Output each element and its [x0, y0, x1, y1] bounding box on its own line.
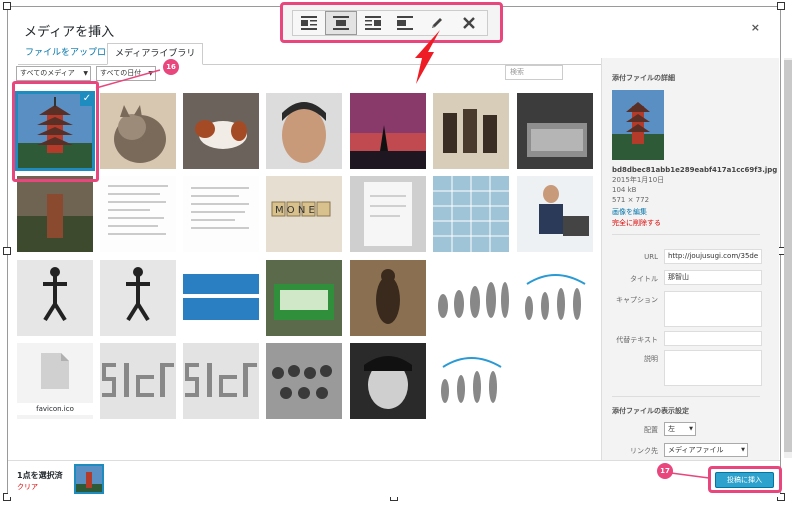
media-item-green-truck[interactable] — [266, 260, 342, 336]
annotation-highlight — [12, 81, 99, 182]
selected-media-thumb[interactable] — [74, 464, 104, 494]
chevron-down-icon: ▼ — [741, 447, 745, 453]
tab-bar: ファイルをアップロード メディアライブラリ — [18, 43, 608, 65]
alignment-label: 配置 — [644, 426, 658, 434]
align-right-icon[interactable] — [357, 11, 389, 35]
search-input[interactable]: 検索 — [505, 65, 563, 80]
alt-text-field[interactable] — [664, 331, 762, 346]
alignment-select-value: 左 — [668, 425, 675, 433]
insert-into-post-button[interactable]: 投稿に挿入 — [715, 472, 774, 488]
url-label: URL — [644, 253, 658, 261]
media-item-document[interactable] — [100, 176, 176, 252]
annotation-leader-line — [95, 69, 161, 89]
media-item-cat[interactable] — [100, 93, 176, 169]
media-item-file[interactable]: favicon.ico — [17, 343, 93, 419]
tab-media-library[interactable]: メディアライブラリ — [107, 43, 204, 65]
media-type-filter[interactable]: すべてのメディア ▼ — [16, 66, 91, 81]
alt-text-label: 代替テキスト — [616, 336, 658, 344]
annotation-badge: 16 — [163, 59, 179, 75]
media-item-pagoda-blur[interactable] — [17, 176, 93, 252]
align-left-icon[interactable] — [293, 11, 325, 35]
caption-label: キャプション — [616, 296, 658, 304]
media-item-evolution-logo[interactable] — [517, 260, 593, 336]
selection-count: 1点を選択済 — [17, 471, 63, 480]
media-item-jump[interactable] — [17, 260, 93, 336]
remove-x-icon[interactable] — [453, 11, 485, 35]
chevron-down-icon: ▼ — [689, 426, 693, 432]
sidebar-scrollbar[interactable] — [784, 58, 792, 458]
media-item-businessman[interactable] — [517, 176, 593, 252]
attachment-details-sidebar: 添付ファイルの詳細 bd8dbec81abb1e289eabf417a1cc69… — [601, 58, 779, 460]
alignment-select[interactable]: 左 ▼ — [664, 422, 696, 436]
media-item-5der-text[interactable] — [100, 343, 176, 419]
caption-field[interactable] — [664, 291, 762, 327]
attachment-filename: bd8dbec81abb1e289eabf417a1cc69f3.jpg — [612, 166, 778, 174]
attachment-details-heading: 添付ファイルの詳細 — [612, 74, 675, 82]
modal-title: メディアを挿入 — [24, 25, 115, 40]
media-item-group-photo[interactable] — [266, 343, 342, 419]
attachment-size: 104 kB — [612, 186, 637, 194]
media-item-evolution-logo-2[interactable] — [433, 343, 509, 419]
attachment-dimensions: 571 × 772 — [612, 196, 650, 204]
file-name-label: favicon.ico — [17, 403, 93, 415]
annotation-leader-line — [670, 472, 710, 479]
close-icon[interactable]: × — [751, 21, 760, 34]
media-item-laptop[interactable] — [517, 93, 593, 169]
annotation-badge: 17 — [657, 463, 673, 479]
link-to-select[interactable]: メディアファイル ▼ — [664, 443, 748, 457]
media-item-dog[interactable] — [183, 93, 259, 169]
divider — [612, 234, 760, 235]
resize-handle[interactable] — [777, 2, 785, 10]
media-item-sunset[interactable] — [350, 93, 426, 169]
chevron-down-icon: ▼ — [83, 70, 88, 77]
media-item-samurai[interactable] — [433, 93, 509, 169]
media-type-filter-value: すべてのメディア — [20, 69, 75, 77]
svg-text:M O N E: M O N E — [275, 205, 315, 216]
document-file-icon — [41, 353, 69, 389]
title-label: タイトル — [630, 275, 658, 283]
edit-image-link[interactable]: 画像を編集 — [612, 207, 647, 217]
media-item-evolution[interactable] — [433, 260, 509, 336]
scrollbar-thumb[interactable] — [784, 60, 792, 452]
image-toolbar — [280, 2, 503, 43]
link-to-label: リンク先 — [630, 447, 658, 455]
clear-selection-link[interactable]: クリア — [17, 482, 38, 492]
media-item-deadman-banner[interactable] — [183, 260, 259, 336]
image-toolbar-buttons — [292, 10, 488, 36]
media-item-spreadsheet[interactable] — [433, 176, 509, 252]
attachment-preview — [612, 90, 664, 160]
url-field[interactable]: http://joujusugi.com/35de — [664, 249, 762, 264]
resize-handle[interactable] — [3, 2, 11, 10]
pointer-arrow-icon — [415, 30, 440, 84]
media-item-old-man[interactable] — [350, 343, 426, 419]
description-field[interactable] — [664, 350, 762, 386]
media-item-man-face[interactable] — [266, 93, 342, 169]
media-item-money-tiles[interactable]: M O N E — [266, 176, 342, 252]
attachment-date: 2015年1月10日 — [612, 176, 665, 184]
media-item-5der-text-2[interactable] — [183, 343, 259, 419]
resize-handle[interactable] — [3, 247, 11, 255]
delete-permanently-link[interactable]: 完全に削除する — [612, 218, 661, 228]
title-field[interactable]: 那智山 — [664, 270, 762, 285]
divider — [612, 396, 760, 397]
media-modal-screenshot: メディアを挿入 × ファイルをアップロード メディアライブラリ すべてのメディア… — [0, 0, 794, 510]
description-label: 説明 — [644, 355, 658, 363]
align-center-icon[interactable] — [325, 11, 357, 35]
insert-button-highlight: 投稿に挿入 — [708, 466, 782, 493]
media-item-jump-2[interactable] — [100, 260, 176, 336]
display-settings-heading: 添付ファイルの表示設定 — [612, 407, 689, 415]
media-item-document-2[interactable] — [183, 176, 259, 252]
media-item-document-photo[interactable] — [350, 176, 426, 252]
link-to-select-value: メディアファイル — [668, 446, 724, 454]
media-item-bigfoot[interactable] — [350, 260, 426, 336]
